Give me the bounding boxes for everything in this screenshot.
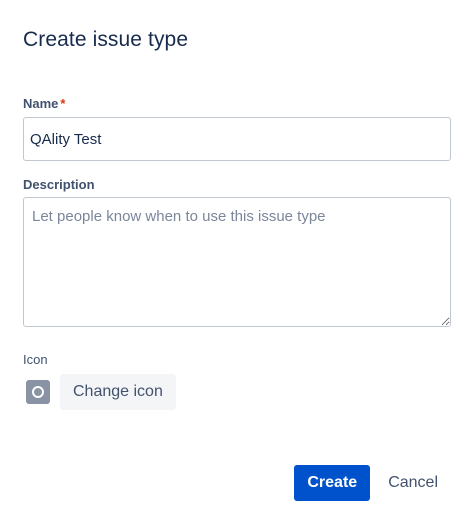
- required-marker: *: [60, 96, 66, 111]
- create-issue-type-dialog: Create issue type Name* Description Icon…: [0, 0, 474, 525]
- circle-icon-ring: [32, 386, 44, 398]
- name-label-text: Name: [23, 96, 59, 111]
- description-textarea[interactable]: [23, 197, 451, 327]
- cancel-button[interactable]: Cancel: [378, 465, 448, 501]
- description-label: Description: [23, 177, 95, 192]
- change-icon-button[interactable]: Change icon: [60, 374, 176, 410]
- icon-label: Icon: [23, 352, 48, 367]
- name-label: Name *: [23, 96, 65, 111]
- dialog-footer: Create Cancel: [294, 465, 448, 501]
- circle-icon: [26, 380, 50, 404]
- create-button[interactable]: Create: [294, 465, 371, 501]
- dialog-title: Create issue type: [23, 28, 189, 51]
- name-input[interactable]: [23, 117, 451, 161]
- icon-row: Change icon: [26, 374, 176, 410]
